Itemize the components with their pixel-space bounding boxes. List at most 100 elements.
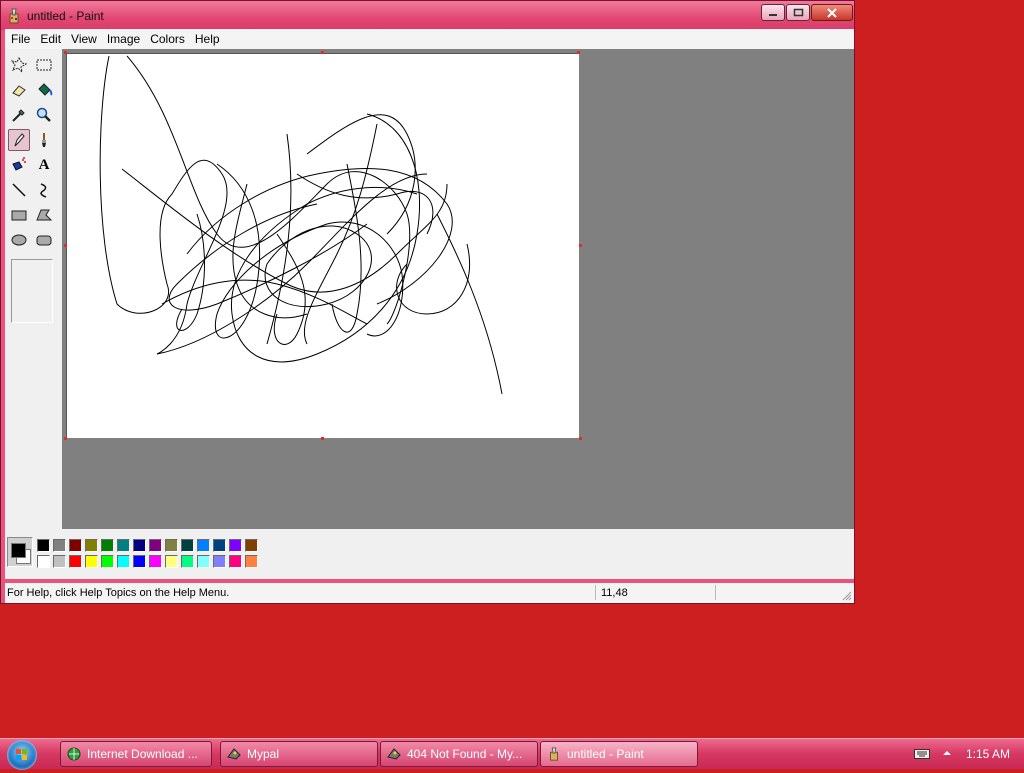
- color-swatch[interactable]: [149, 555, 162, 568]
- color-swatch[interactable]: [133, 555, 146, 568]
- window-controls: [760, 4, 853, 22]
- tool-rectangle[interactable]: [8, 204, 30, 226]
- paint-app-icon: [9, 8, 19, 24]
- taskbar-item-label: 404 Not Found - My...: [407, 747, 523, 761]
- tool-select[interactable]: [33, 54, 55, 76]
- resize-handle-right[interactable]: [579, 244, 582, 247]
- color-swatch[interactable]: [229, 555, 242, 568]
- resize-handle-top-right[interactable]: [577, 51, 580, 54]
- color-swatch[interactable]: [85, 555, 98, 568]
- current-colors[interactable]: [7, 537, 33, 567]
- taskbar-item-label: Mypal: [247, 747, 280, 761]
- close-button[interactable]: [811, 4, 853, 21]
- eraser-icon: [12, 85, 26, 97]
- tool-ellipse[interactable]: [8, 229, 30, 251]
- tool-line[interactable]: [8, 179, 30, 201]
- color-swatch[interactable]: [117, 555, 130, 568]
- menu-help[interactable]: Help: [189, 29, 224, 47]
- color-swatch[interactable]: [85, 539, 98, 552]
- taskbar-item-internet-download[interactable]: Internet Download ...: [60, 741, 212, 767]
- menu-colors[interactable]: Colors: [144, 29, 189, 47]
- resize-grip-icon[interactable]: [842, 591, 852, 601]
- foreground-color: [11, 543, 26, 558]
- free-form-select-icon: [10, 56, 28, 74]
- color-swatch[interactable]: [133, 539, 146, 552]
- line-icon: [12, 183, 26, 197]
- color-swatch[interactable]: [53, 539, 66, 552]
- keyboard-icon[interactable]: [914, 748, 930, 760]
- color-swatch[interactable]: [149, 539, 162, 552]
- select-icon: [36, 59, 52, 71]
- tool-text[interactable]: A: [33, 154, 55, 176]
- resize-handle-left[interactable]: [64, 244, 67, 247]
- close-icon: [827, 7, 837, 18]
- color-swatch[interactable]: [197, 539, 210, 552]
- window-title: untitled - Paint: [27, 9, 104, 23]
- taskbar-item-mypal[interactable]: Mypal: [220, 741, 378, 767]
- start-button[interactable]: [7, 740, 37, 770]
- resize-handle-bottom[interactable]: [321, 437, 324, 440]
- color-swatch[interactable]: [101, 539, 114, 552]
- color-swatch[interactable]: [165, 539, 178, 552]
- tool-eraser[interactable]: [8, 79, 30, 101]
- taskbar-item-404-not-found[interactable]: 404 Not Found - My...: [380, 741, 538, 767]
- tool-color-picker[interactable]: [8, 104, 30, 126]
- resize-handle-top-left[interactable]: [64, 51, 67, 54]
- color-palette: [5, 529, 854, 579]
- tool-free-form-select[interactable]: [8, 54, 30, 76]
- color-swatch[interactable]: [245, 555, 258, 568]
- color-swatch[interactable]: [37, 555, 50, 568]
- color-swatch[interactable]: [213, 539, 226, 552]
- tool-magnifier[interactable]: [33, 104, 55, 126]
- menu-edit[interactable]: Edit: [34, 29, 65, 47]
- color-swatch[interactable]: [181, 555, 194, 568]
- maximize-button[interactable]: [786, 4, 810, 21]
- tool-polygon[interactable]: [33, 204, 55, 226]
- curve-icon: [40, 183, 47, 198]
- tool-options-box[interactable]: [11, 259, 53, 323]
- brush-icon: [42, 133, 46, 147]
- tool-brush[interactable]: [33, 129, 55, 151]
- color-swatch[interactable]: [69, 539, 82, 552]
- minimize-button[interactable]: [761, 4, 785, 21]
- drawing-canvas[interactable]: [66, 53, 579, 438]
- tool-airbrush[interactable]: [8, 154, 30, 176]
- fill-bucket-icon: [38, 83, 53, 96]
- color-swatch[interactable]: [117, 539, 130, 552]
- workspace: [62, 49, 854, 529]
- text-icon: A: [38, 156, 50, 173]
- polygon-icon: [36, 209, 53, 221]
- clock[interactable]: 1:15 AM: [966, 747, 1010, 761]
- title-bar[interactable]: untitled - Paint: [1, 1, 854, 30]
- resize-handle-top[interactable]: [321, 51, 324, 54]
- color-swatch[interactable]: [213, 555, 226, 568]
- color-swatch[interactable]: [229, 539, 242, 552]
- color-swatch[interactable]: [53, 555, 66, 568]
- color-swatch[interactable]: [181, 539, 194, 552]
- taskbar-item-label: Internet Download ...: [87, 747, 198, 761]
- cursor-coordinates: 11,48: [601, 587, 628, 599]
- color-swatch[interactable]: [165, 555, 178, 568]
- color-swatch[interactable]: [37, 539, 50, 552]
- resize-handle-bottom-left[interactable]: [64, 437, 67, 440]
- tool-rounded-rectangle[interactable]: [33, 229, 55, 251]
- show-hidden-icons-icon[interactable]: [942, 748, 952, 758]
- color-swatch[interactable]: [245, 539, 258, 552]
- tool-curve[interactable]: [33, 179, 55, 201]
- taskbar-item-paint[interactable]: untitled - Paint: [540, 741, 698, 767]
- menu-file[interactable]: File: [5, 29, 34, 47]
- tool-fill[interactable]: [33, 79, 55, 101]
- rectangle-icon: [11, 210, 27, 221]
- status-separator: [595, 585, 596, 600]
- pencil-icon: [14, 133, 25, 147]
- color-swatch[interactable]: [101, 555, 114, 568]
- tool-pencil[interactable]: [8, 129, 30, 151]
- menu-view[interactable]: View: [65, 29, 101, 47]
- toolbox: A: [5, 49, 62, 529]
- menu-image[interactable]: Image: [101, 29, 144, 47]
- color-swatch[interactable]: [69, 555, 82, 568]
- color-picker-icon: [12, 109, 25, 122]
- resize-handle-bottom-right[interactable]: [579, 437, 582, 440]
- color-swatch[interactable]: [197, 555, 210, 568]
- airbrush-icon: [12, 157, 26, 171]
